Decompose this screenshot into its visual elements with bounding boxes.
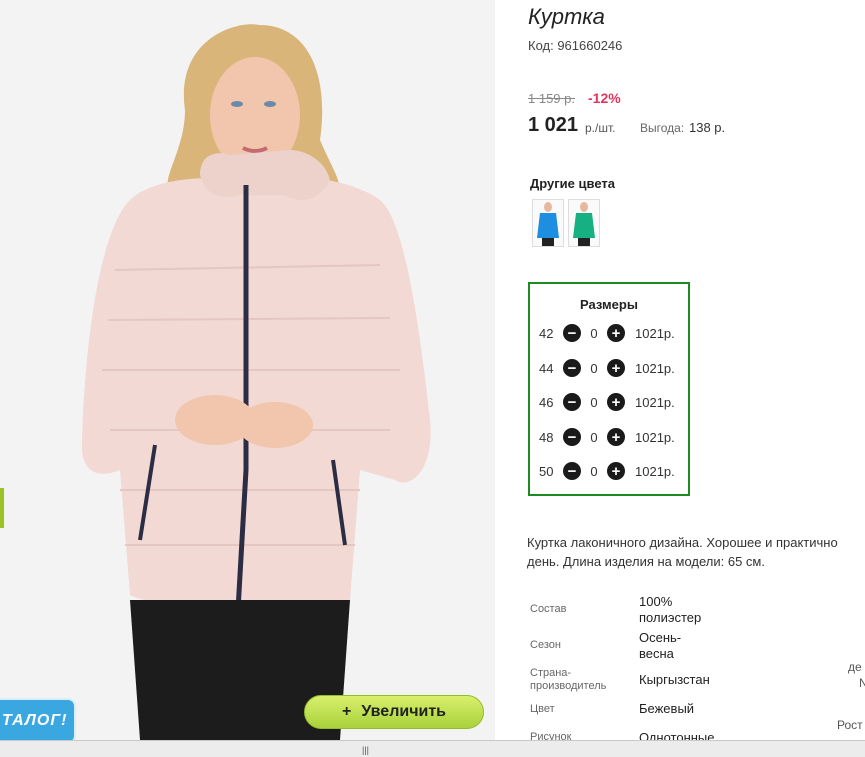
plus-button[interactable]: +	[607, 359, 625, 377]
size-row: 44 − 0 + 1021р.	[539, 358, 675, 378]
zoom-button[interactable]: + Увеличить	[304, 695, 484, 729]
quantity-value[interactable]: 0	[581, 395, 607, 410]
saving-label: Выгода:	[640, 121, 685, 135]
size-price: 1021р.	[635, 325, 675, 341]
size-row: 50 − 0 + 1021р.	[539, 461, 675, 481]
size-value: 48	[539, 429, 554, 445]
description-line: Куртка лаконичного дизайна. Хорошее и пр…	[527, 535, 838, 550]
size-row: 48 − 0 + 1021р.	[539, 427, 675, 447]
minus-button[interactable]: −	[563, 428, 581, 446]
attr-value-season: Осень-	[639, 630, 682, 645]
minus-button[interactable]: −	[563, 393, 581, 411]
plus-icon: +	[611, 393, 621, 411]
size-value: 44	[539, 360, 554, 376]
product-description: Куртка лаконичного дизайна. Хорошее и пр…	[527, 533, 865, 571]
catalog-badge-label: ТАЛОГ!	[2, 712, 68, 729]
size-price: 1021р.	[635, 463, 675, 479]
minus-button[interactable]: −	[563, 324, 581, 342]
size-row: 42 − 0 + 1021р.	[539, 323, 675, 343]
product-code: Код: 961660246	[528, 38, 623, 53]
minus-button[interactable]: −	[563, 462, 581, 480]
quantity-value[interactable]: 0	[581, 464, 607, 479]
size-value: 50	[539, 463, 554, 479]
attr-value-color: Бежевый	[639, 701, 695, 716]
size-price: 1021р.	[635, 429, 675, 445]
plus-icon: +	[341, 703, 352, 720]
attr-label-country-2: производитель	[530, 680, 607, 692]
plus-icon: +	[611, 428, 621, 446]
quantity-value[interactable]: 0	[581, 326, 607, 341]
attr-value-country: Кыргызстан	[639, 672, 710, 687]
size-value: 42	[539, 325, 554, 341]
minus-icon: −	[567, 462, 577, 480]
side-tab[interactable]	[0, 488, 4, 528]
minus-icon: −	[567, 393, 577, 411]
attr-value-season-2: весна	[639, 646, 674, 661]
size-row: 46 − 0 + 1021р.	[539, 392, 675, 412]
current-price: 1 021	[528, 114, 579, 136]
saving-value: 138 р.	[689, 120, 726, 135]
other-colors-title: Другие цвета	[530, 176, 615, 191]
old-price: 1 159 р.	[528, 91, 575, 106]
catalog-badge[interactable]: ТАЛОГ!	[0, 698, 76, 740]
product-photo[interactable]: ТАЛОГ! + Увеличить	[0, 0, 495, 740]
minus-button[interactable]: −	[563, 359, 581, 377]
discount-badge: -12%	[588, 90, 621, 106]
jacket-thumbnail-blue	[537, 202, 559, 246]
attr-value-composition-2: полиэстер	[639, 610, 702, 625]
edge-text: де	[848, 660, 862, 674]
plus-icon: +	[611, 324, 621, 342]
minus-icon: −	[567, 359, 577, 377]
edge-text: N	[859, 676, 865, 690]
color-swatch-blue[interactable]	[532, 199, 564, 247]
plus-button[interactable]: +	[607, 428, 625, 446]
attr-label-color: Цвет	[530, 703, 555, 715]
description-line: день. Длина изделия на модели: 65 см.	[527, 554, 765, 569]
quantity-value[interactable]: 0	[581, 361, 607, 376]
sizes-title: Размеры	[580, 297, 638, 312]
plus-button[interactable]: +	[607, 393, 625, 411]
horizontal-scrollbar[interactable]: |||	[0, 740, 865, 757]
size-value: 46	[539, 394, 554, 410]
size-price: 1021р.	[635, 394, 675, 410]
product-title: Куртка	[528, 4, 605, 29]
plus-button[interactable]: +	[607, 324, 625, 342]
attr-label-composition: Состав	[530, 603, 567, 615]
jacket-thumbnail-turquoise	[573, 202, 595, 246]
size-price: 1021р.	[635, 360, 675, 376]
plus-icon: +	[611, 359, 621, 377]
attr-label-country: Страна-	[530, 667, 572, 679]
minus-icon: −	[567, 428, 577, 446]
quantity-value[interactable]: 0	[581, 430, 607, 445]
product-image	[0, 0, 495, 740]
price-unit: р./шт.	[585, 121, 616, 135]
color-swatch-turquoise[interactable]	[568, 199, 600, 247]
attr-value-composition: 100%	[639, 594, 673, 609]
attr-label-season: Сезон	[530, 639, 561, 651]
scrollbar-grip-icon[interactable]: |||	[362, 745, 369, 755]
plus-button[interactable]: +	[607, 462, 625, 480]
edge-text: Рост	[837, 718, 863, 732]
sizes-panel: Размеры 42 − 0 + 1021р. 44 − 0 + 1021р. …	[528, 282, 690, 496]
zoom-button-label: Увеличить	[361, 703, 446, 720]
plus-icon: +	[611, 462, 621, 480]
minus-icon: −	[567, 324, 577, 342]
